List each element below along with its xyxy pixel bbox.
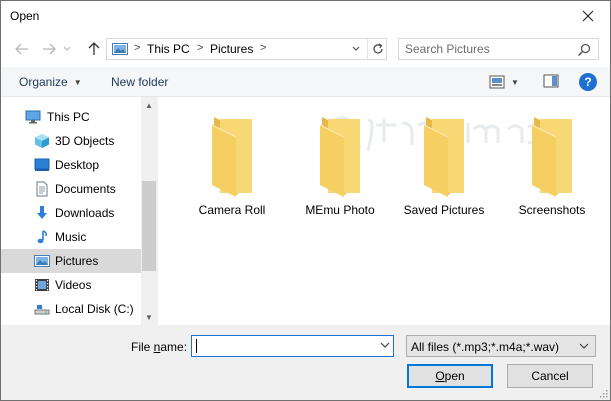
arrow-right-icon: [43, 43, 56, 55]
folder-icon: [531, 117, 572, 197]
sidebar-item-documents[interactable]: Documents: [1, 177, 141, 201]
sidebar-item-this-pc[interactable]: This PC: [1, 105, 141, 129]
window-title: Open: [10, 9, 40, 23]
breadcrumb-this-pc[interactable]: This PC: [147, 42, 190, 56]
download-arrow-icon: [34, 205, 50, 221]
caret-down-icon: ▼: [73, 78, 82, 87]
pictures-icon: [34, 253, 50, 269]
document-icon: [34, 181, 50, 197]
search-icon: [577, 43, 591, 57]
sidebar-item-label: Music: [55, 230, 87, 244]
resize-grip-icon[interactable]: [598, 388, 608, 398]
title-bar: Open: [1, 1, 610, 31]
sidebar-item-downloads[interactable]: Downloads: [1, 201, 141, 225]
sidebar-item-label: Documents: [55, 182, 116, 196]
address-bar[interactable]: > This PC > Pictures >: [106, 38, 387, 60]
film-icon: [34, 277, 50, 293]
new-folder-button[interactable]: New folder: [111, 75, 168, 89]
sidebar-item-label: 3D Objects: [55, 134, 115, 148]
file-type-filter[interactable]: All files (*.mp3;*.m4a;*.wav): [406, 335, 596, 357]
drive-icon: [34, 301, 50, 317]
sidebar-item-label: Downloads: [55, 206, 115, 220]
sidebar-item-videos[interactable]: Videos: [1, 273, 141, 297]
sidebar-item-pictures[interactable]: Pictures: [1, 249, 141, 273]
file-name-panel: File name: All files (*.mp3;*.m4a;*.wav)…: [1, 325, 610, 400]
close-icon: [582, 10, 594, 22]
chevron-down-icon[interactable]: [380, 340, 390, 350]
sidebar-item-label: Local Disk (C:): [55, 302, 134, 316]
sidebar-item-label: This PC: [47, 110, 90, 124]
close-button[interactable]: [566, 1, 610, 31]
folder-name: Screenshots: [518, 203, 586, 217]
cube-icon: [34, 133, 50, 149]
folder-item[interactable]: MEmu Photo: [292, 113, 388, 223]
sidebar-item-label: Desktop: [55, 158, 100, 172]
preview-pane-icon: [543, 74, 559, 88]
file-name-label: File name:: [131, 340, 188, 354]
refresh-icon: [372, 43, 383, 54]
file-type-filter-value: All files (*.mp3;*.m4a;*.wav): [411, 340, 560, 354]
navigation-bar: > This PC > Pictures >: [1, 31, 610, 67]
search-box[interactable]: [398, 38, 599, 60]
scroll-up-icon[interactable]: ▲: [141, 97, 157, 113]
open-dialog: Open > This PC > Pictures > Search Pictu…: [0, 0, 611, 401]
chevron-down-icon: [579, 341, 589, 351]
address-history-dropdown[interactable]: [348, 42, 364, 56]
file-name-combobox[interactable]: [191, 335, 394, 357]
back-button[interactable]: [12, 40, 32, 58]
caret-down-icon: ▼: [511, 77, 519, 87]
search-input[interactable]: [405, 42, 565, 56]
command-bar: Organize ▼ New folder ▼ ?: [1, 67, 610, 97]
address-separator: >: [134, 42, 141, 54]
sidebar-item-3d-objects[interactable]: 3D Objects: [1, 129, 141, 153]
file-list: Camera Roll MEmu Photo Saved Pictures Scree…: [158, 97, 610, 325]
chevron-down-icon: [352, 46, 360, 51]
sidebar-item-label: Pictures: [55, 254, 99, 268]
recent-locations-button[interactable]: [61, 40, 73, 58]
breadcrumb-pictures[interactable]: Pictures: [210, 42, 253, 56]
pictures-icon: [112, 43, 128, 55]
folder-item[interactable]: Camera Roll: [184, 113, 280, 223]
music-note-icon: [34, 229, 50, 245]
help-icon: ?: [584, 75, 592, 89]
organize-label: Organize: [19, 75, 68, 89]
view-options-icon: [489, 75, 505, 89]
arrow-left-icon: [15, 43, 28, 55]
navigation-scrollbar[interactable]: ▲ ▼: [141, 97, 157, 325]
folder-item[interactable]: Saved Pictures: [396, 113, 492, 223]
scroll-thumb[interactable]: [142, 181, 156, 271]
chevron-down-icon: [63, 46, 71, 51]
scroll-down-icon[interactable]: ▼: [141, 309, 157, 325]
open-button[interactable]: Open: [407, 364, 493, 388]
organize-button[interactable]: Organize ▼: [19, 75, 82, 89]
sidebar-item-local-disk-c[interactable]: Local Disk (C:): [1, 297, 141, 321]
address-separator: >: [197, 42, 204, 54]
folder-icon: [319, 117, 360, 197]
arrow-up-icon: [88, 42, 100, 55]
cancel-button[interactable]: Cancel: [507, 364, 593, 388]
preview-pane-button[interactable]: [543, 74, 561, 90]
up-button[interactable]: [84, 40, 104, 58]
refresh-button[interactable]: [367, 39, 387, 59]
computer-icon: [25, 109, 41, 125]
text-cursor: [196, 339, 197, 353]
folder-name: Camera Roll: [198, 203, 266, 217]
folder-icon: [423, 117, 464, 197]
desktop-icon: [34, 157, 50, 173]
sidebar-item-label: Videos: [55, 278, 92, 292]
help-button[interactable]: ?: [579, 73, 597, 91]
navigation-pane: This PC 3D Objects Desktop Documents Downloa…: [1, 97, 157, 325]
folder-name: Saved Pictures: [403, 203, 485, 217]
file-name-input[interactable]: [196, 339, 366, 354]
folder-item[interactable]: Screenshots: [504, 113, 600, 223]
change-view-button[interactable]: ▼: [489, 74, 525, 90]
folder-icon: [211, 117, 252, 197]
address-separator: >: [260, 42, 267, 54]
folder-name: MEmu Photo: [305, 203, 375, 217]
sidebar-item-music[interactable]: Music: [1, 225, 141, 249]
sidebar-item-desktop[interactable]: Desktop: [1, 153, 141, 177]
forward-button[interactable]: [39, 40, 59, 58]
